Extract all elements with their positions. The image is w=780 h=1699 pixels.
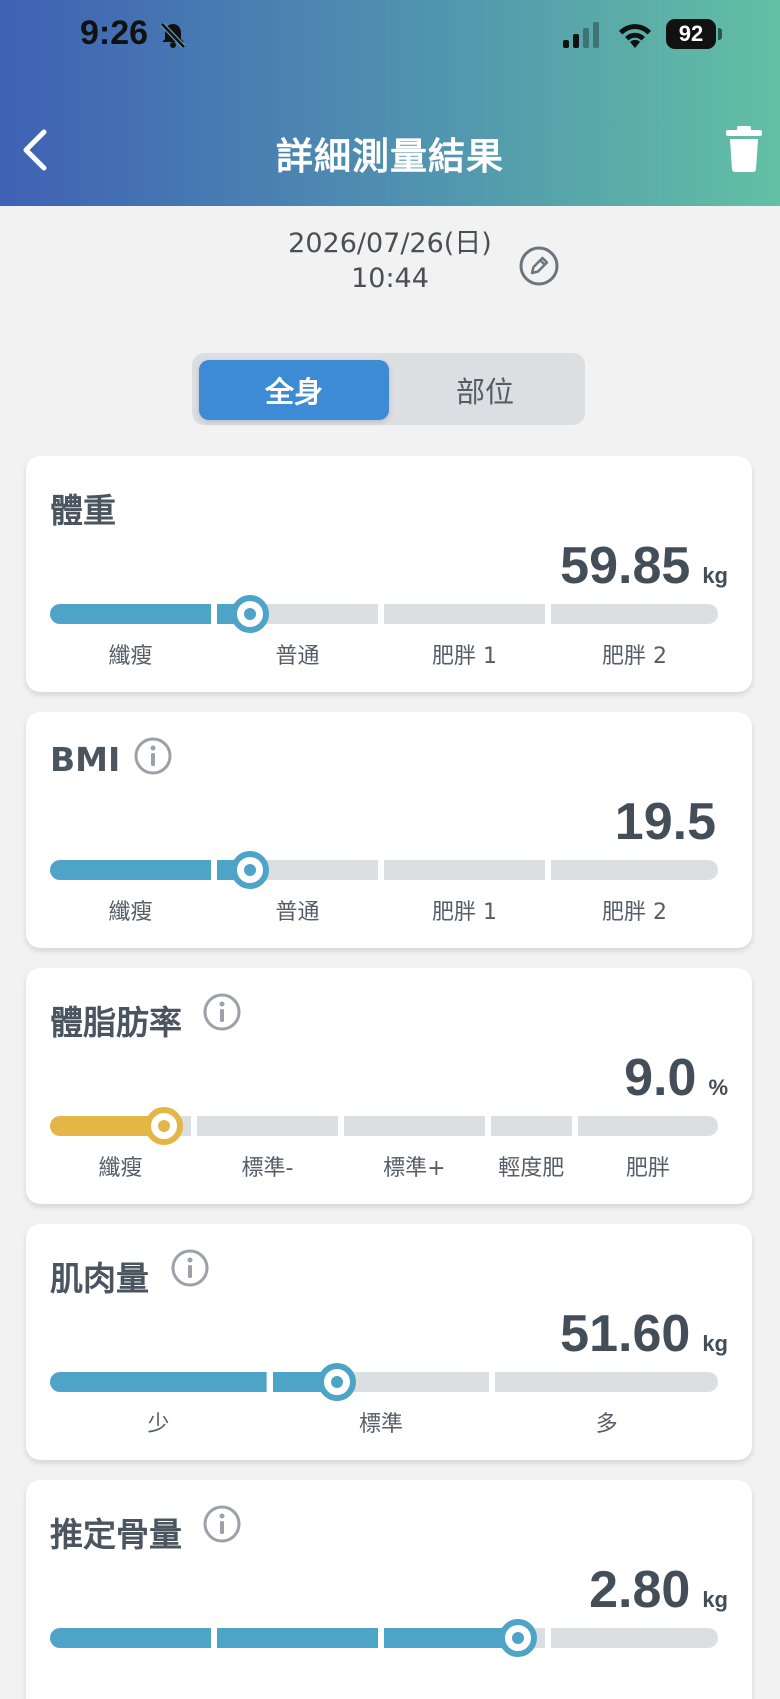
info-icon[interactable] (202, 1504, 242, 1544)
scale-segment (577, 1116, 718, 1136)
metric-value-number: 59.85 (560, 537, 691, 595)
scale-level-marker (318, 1363, 357, 1401)
scale-segment (50, 860, 211, 880)
scale-level-marker (498, 1619, 537, 1657)
tab-whole-body[interactable]: 全身 (199, 360, 389, 420)
metric-title: 推定骨量 (50, 1515, 182, 1554)
metric-card-body-fat[interactable]: 體脂肪率 9.0% 纖瘦 標準- 標準+ 輕度肥 肥胖 (26, 968, 752, 1204)
battery-tip (718, 28, 722, 40)
metric-card-bmi[interactable]: BMI 19.5 纖瘦 普通 肥胖 1 肥胖 2 (26, 712, 752, 948)
scale-segment (50, 604, 211, 624)
status-bar: 9:26 92 (0, 0, 780, 70)
scale-category-label: 肥胖 1 (432, 644, 497, 669)
scale-segment (384, 860, 545, 880)
cellular-signal-icon (563, 22, 599, 48)
scale-category-label: 纖瘦 (108, 644, 153, 669)
scale-segment (50, 1372, 267, 1392)
metric-value: 19.5 (615, 792, 728, 852)
edit-datetime-button[interactable] (519, 246, 559, 286)
scale-category-label: 少 (147, 1412, 170, 1437)
scale-category-label: 肥胖 1 (432, 900, 497, 925)
scale-category-label: 多 (595, 1412, 618, 1437)
scale-segment (50, 1628, 211, 1648)
wifi-icon (619, 24, 651, 48)
scale-segment (343, 1116, 485, 1136)
scale-segment (551, 604, 718, 624)
scale-category-label: 纖瘦 (108, 900, 153, 925)
tab-body-part[interactable]: 部位 (390, 360, 580, 420)
pencil-icon (519, 246, 559, 286)
metric-value-number: 9.0 (624, 1049, 697, 1107)
status-time: 9:26 (80, 14, 149, 52)
measurement-time: 10:44 (351, 263, 429, 294)
scale-category-label: 肥胖 (625, 1156, 670, 1181)
trash-icon (726, 126, 762, 172)
scale-level-marker (231, 851, 270, 889)
metric-unit: kg (702, 1331, 728, 1356)
metric-value: 59.85 kg (560, 536, 728, 596)
scale-level-marker (231, 595, 270, 633)
scale-segment (384, 604, 545, 624)
measurement-datetime: 2026/07/26(日) 10:44 (240, 226, 540, 296)
scale-segment (551, 1628, 718, 1648)
scale-category-label: 普通 (275, 900, 320, 925)
info-icon[interactable] (133, 736, 173, 776)
scale-segment (217, 1628, 378, 1648)
metric-value: 51.60 kg (560, 1304, 728, 1364)
app-header: 9:26 92 詳細測量結果 (0, 0, 780, 206)
metric-unit: kg (702, 563, 728, 588)
scale-category-label: 肥胖 2 (602, 644, 667, 669)
page-title: 詳細測量結果 (276, 135, 504, 178)
scale-category-label: 普通 (275, 644, 320, 669)
measurement-date: 2026/07/26(日) (288, 228, 492, 259)
scale-category-label: 標準 (358, 1412, 403, 1437)
scale-segment (551, 860, 718, 880)
metric-value: 9.0% (624, 1048, 728, 1108)
scale-segment (490, 1116, 572, 1136)
metric-card-bone-mass[interactable]: 推定骨量 2.80 kg (26, 1480, 752, 1699)
metric-value-number: 19.5 (614, 793, 716, 851)
battery-indicator: 92 (666, 19, 716, 49)
metric-title: BMI (50, 740, 121, 779)
delete-button[interactable] (724, 126, 764, 172)
scale-category-label: 標準- (241, 1156, 294, 1181)
metric-value-number: 2.80 (589, 1561, 691, 1619)
bell-muted-icon (160, 22, 186, 49)
scale-category-label: 肥胖 2 (602, 900, 667, 925)
body-scope-tabs: 全身 部位 (192, 353, 585, 425)
metric-title: 肌肉量 (50, 1259, 149, 1298)
metric-title: 體重 (50, 491, 116, 530)
scale-level-marker (144, 1107, 183, 1145)
info-icon[interactable] (170, 1248, 210, 1288)
metric-card-muscle[interactable]: 肌肉量 51.60 kg 少 標準 多 (26, 1224, 752, 1460)
scale-category-label: 纖瘦 (98, 1156, 143, 1181)
metric-unit: % (708, 1075, 728, 1100)
info-icon[interactable] (202, 992, 242, 1032)
scale-segment (196, 1116, 338, 1136)
metric-title: 體脂肪率 (50, 1003, 182, 1042)
metric-value: 2.80 kg (589, 1560, 728, 1620)
scale-segment (495, 1372, 718, 1392)
metric-unit: kg (702, 1587, 728, 1612)
scale-segment (272, 1372, 490, 1392)
metric-value-number: 51.60 (560, 1305, 691, 1363)
metric-card-weight[interactable]: 體重 59.85 kg 纖瘦 普通 肥胖 1 肥胖 2 (26, 456, 752, 692)
